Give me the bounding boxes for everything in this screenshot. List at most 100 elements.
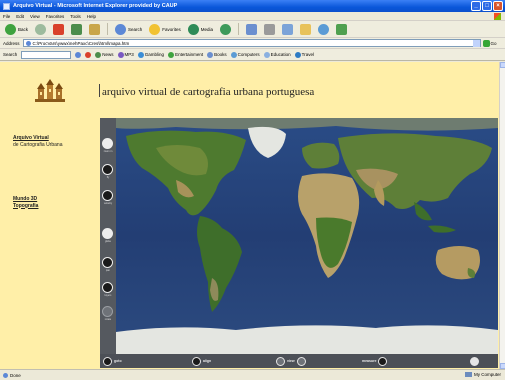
tool-label: globe [104,240,112,243]
goto-control[interactable]: goto [103,356,122,366]
measure-icon [378,356,388,366]
history-button[interactable] [218,22,233,36]
messenger-button[interactable] [316,22,331,36]
measure-control[interactable]: measure [362,356,388,366]
go-button[interactable]: Go [491,41,497,46]
menu-help[interactable]: Help [87,14,96,19]
star-icon [149,23,161,35]
menu-edit[interactable]: Edit [16,14,24,19]
reset-icon[interactable] [102,306,113,317]
minimize-button[interactable]: _ [471,1,481,11]
zoom-icon[interactable] [102,164,113,175]
rotate-icon[interactable] [102,190,113,201]
link-computers[interactable]: Computers [230,51,260,58]
window-title: Arquivo Virtual - Microsoft Internet Exp… [13,3,178,9]
stop-button[interactable] [51,22,66,36]
home-button[interactable] [87,22,102,36]
site-logo[interactable] [33,79,67,105]
education-icon [263,51,270,58]
refresh-button[interactable] [69,22,84,36]
stop-icon [53,23,65,35]
window-titlebar: Arquivo Virtual - Microsoft Internet Exp… [0,0,505,12]
zone-label: My Computer [473,372,501,377]
scroll-up-icon[interactable] [500,62,505,68]
mail-icon [246,23,258,35]
media-button[interactable]: Media [186,22,215,36]
link-news[interactable]: News [95,51,114,58]
menu-tools[interactable]: Tools [70,14,81,19]
search-icon[interactable] [75,51,82,58]
menu-view[interactable]: View [30,14,40,19]
media-label: Media [200,26,214,32]
link-education[interactable]: Education [263,51,291,58]
nav-arquivo-sub: de Cartografia Urbana [13,141,63,148]
ie-icon [3,2,10,10]
view-control[interactable]: view [276,356,306,366]
status-text: Done [10,372,21,378]
address-dropdown-icon[interactable] [472,39,480,47]
go-arrow-icon[interactable] [482,39,490,47]
viewer-bottom-bar: goto align view measure [100,354,498,368]
links-search-input[interactable] [21,50,72,59]
menu-favorites[interactable]: Favorites [46,14,65,19]
address-input[interactable]: C:\ProcVars\ywwx\nehPaxc\Cres\html\mapa.… [22,39,481,47]
site-title: arquivo virtual de cartografia urbana po… [99,84,314,98]
links-bar: Search News MP3 Gambling Entertainment B… [0,49,505,61]
tool-label: velocity [103,202,113,205]
maximize-button[interactable]: □ [482,1,492,11]
back-button[interactable]: Back [3,22,30,36]
search-button[interactable]: Search [113,22,144,36]
print-button[interactable] [262,22,277,36]
favorites-button[interactable]: Favorites [147,22,183,36]
link-label: Computers [237,52,260,57]
search-label: Search [128,26,143,32]
links-search-label: Search [3,52,18,57]
fullscreen-control[interactable] [470,356,479,366]
fullscreen-icon [470,356,479,366]
link-books[interactable]: Books [207,51,227,58]
tool-label: fly [106,176,110,179]
zoom-in-icon[interactable] [102,138,113,149]
toolbar-separator [107,23,109,35]
tool-label: layers [104,294,112,297]
layers-icon[interactable] [102,282,113,293]
page-done-icon [3,372,8,378]
antarctica [116,325,498,354]
folder-icon [300,23,312,35]
dice-icon [137,51,144,58]
link-label: Entertainment [175,52,204,57]
history-icon [220,23,232,35]
entertainment-icon [168,51,175,58]
vertical-scrollbar[interactable] [499,62,505,369]
computer-icon [230,51,237,58]
messenger-icon [318,23,330,35]
discuss-button[interactable] [334,22,349,36]
edit-icon [282,23,294,35]
link-mp3[interactable]: MP3 [117,51,134,58]
nav-mundo-label[interactable]: Mundo 3D [13,196,38,203]
mail-button[interactable] [244,22,259,36]
align-control[interactable]: align [192,356,211,366]
close-button[interactable]: × [493,1,503,11]
world-map[interactable] [116,118,498,354]
menu-file[interactable]: File [3,14,10,19]
link-entertainment[interactable]: Entertainment [168,51,204,58]
forward-arrow-icon [35,23,47,35]
link-label: Education [270,52,291,57]
viewer-tool-column: zoom in fly velocity globe pan layers ro… [100,118,116,354]
folder-button[interactable] [298,22,313,36]
goto-label: goto [114,359,122,363]
edit-button[interactable] [280,22,295,36]
media-icon [187,23,199,35]
nav-arquivo-virtual[interactable]: Arquivo Virtual de Cartografia Urbana [13,135,62,148]
globe-icon[interactable] [102,228,113,239]
pan-icon[interactable] [102,257,113,268]
link-gambling[interactable]: Gambling [137,51,164,58]
toolbar-separator [238,23,240,35]
travel-icon [294,51,301,58]
forward-button[interactable] [33,22,48,36]
nav-mundo-3d[interactable]: Mundo 3D Topografia [13,196,38,209]
highlight-icon[interactable] [85,51,92,58]
nav-topografia-label[interactable]: Topografia [13,203,38,210]
link-travel[interactable]: Travel [294,51,314,58]
